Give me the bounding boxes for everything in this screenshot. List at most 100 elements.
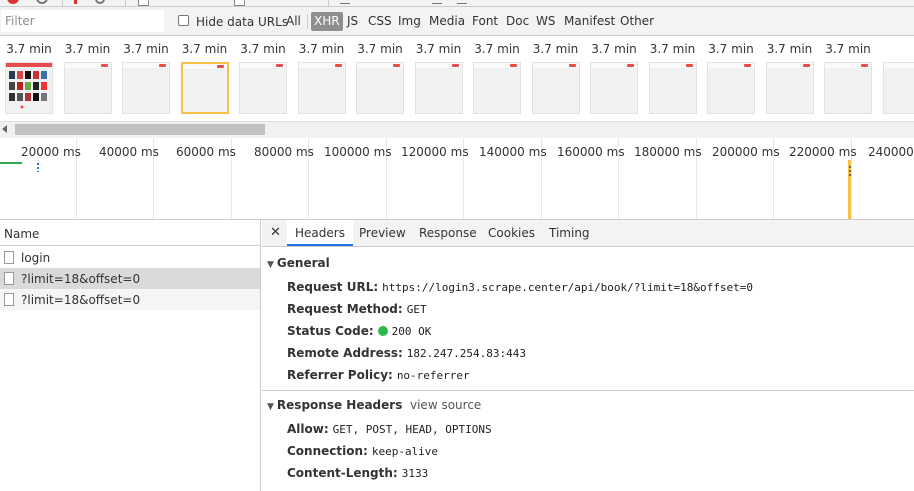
frame-time: 3.7 min: [357, 42, 403, 56]
frame-time: 3.7 min: [123, 42, 169, 56]
frame-thumbnail: [414, 62, 463, 114]
timeline-overview[interactable]: 20000 ms 40000 ms 60000 ms 80000 ms 1000…: [0, 138, 914, 220]
field-value: 3133: [401, 467, 429, 480]
allow-row: Allow: GET, POST, HEAD, OPTIONS: [287, 422, 492, 436]
type-filter-other[interactable]: Other: [617, 12, 657, 31]
field-value: GET, POST, HEAD, OPTIONS: [332, 423, 492, 436]
file-icon: [4, 293, 14, 306]
field-label: Allow:: [287, 422, 329, 436]
tick-label: 240000 ms: [868, 145, 914, 159]
request-url-row: Request URL: https://login3.scrape.center…: [287, 280, 753, 294]
remote-address-row: Remote Address: 182.247.254.83:443: [287, 346, 526, 360]
referrer-policy-row: Referrer Policy: no-referrer: [287, 368, 470, 382]
tab-cookies[interactable]: Cookies: [480, 220, 543, 246]
type-filter-css[interactable]: CSS: [365, 12, 395, 31]
frame-thumbnail: [239, 62, 287, 114]
type-filter-manifest[interactable]: Manifest: [561, 12, 618, 31]
frame-time: 3.7 min: [649, 42, 696, 56]
scrollbar-thumb[interactable]: [15, 124, 265, 135]
field-label: Request URL:: [287, 280, 379, 294]
content-length-row: Content-Length: 3133: [287, 466, 428, 480]
hide-data-urls-checkbox[interactable]: [178, 15, 189, 26]
frame-time: 3.7 min: [64, 42, 111, 56]
type-filter-font[interactable]: Font: [469, 12, 501, 31]
filmstrip-scrollbar[interactable]: [0, 121, 914, 139]
scroll-left-arrow-icon[interactable]: [2, 125, 7, 133]
tab-response[interactable]: Response: [411, 220, 485, 246]
field-value: GET: [406, 303, 427, 316]
disable-cache-checkbox[interactable]: [234, 0, 245, 6]
field-value: 200 OK: [391, 325, 432, 338]
field-label: Content-Length:: [287, 466, 398, 480]
request-row[interactable]: login: [0, 247, 260, 268]
request-row[interactable]: ?limit=18&offset=0: [0, 289, 260, 310]
tab-preview[interactable]: Preview: [351, 220, 414, 246]
frame-time: 3.7 min: [6, 42, 52, 56]
tick-label: 200000 ms: [712, 145, 780, 159]
file-icon: [4, 272, 14, 285]
import-icon[interactable]: [432, 3, 442, 4]
frame-thumbnail: [765, 62, 814, 114]
section-title: General: [276, 256, 330, 270]
type-filter-doc[interactable]: Doc: [503, 12, 532, 31]
response-headers-section-header[interactable]: ▼ Response Headers: [267, 398, 402, 412]
type-filter-xhr[interactable]: XHR: [311, 12, 343, 31]
tick-label: 160000 ms: [557, 145, 625, 159]
field-value: 182.247.254.83:443: [406, 347, 527, 360]
tick-label: 20000 ms: [21, 145, 81, 159]
type-filter-all[interactable]: All: [283, 12, 304, 31]
type-filter-js[interactable]: JS: [344, 12, 361, 31]
frame-thumbnail: [473, 62, 521, 114]
toolbar-divider: [62, 0, 63, 6]
type-filter-img[interactable]: Img: [395, 12, 424, 31]
frame-thumbnail: [707, 62, 755, 114]
throttling-dropdown[interactable]: [340, 3, 350, 4]
preserve-log-checkbox[interactable]: [138, 0, 149, 6]
frame-time: 3.7 min: [766, 42, 813, 56]
tick-label: 140000 ms: [479, 145, 547, 159]
expand-triangle-icon: ▼: [267, 402, 274, 412]
hide-data-urls-label: Hide data URLs: [196, 15, 289, 29]
section-title: Response Headers: [276, 398, 403, 412]
frame-thumbnail: [297, 62, 346, 114]
field-label: Connection:: [287, 444, 368, 458]
status-code-row: Status Code: 200 OK: [287, 324, 431, 338]
field-label: Referrer Policy:: [287, 368, 393, 382]
tab-timing[interactable]: Timing: [541, 220, 598, 246]
filter-icon[interactable]: [74, 0, 77, 4]
tick-label: 220000 ms: [789, 145, 857, 159]
tick-label: 60000 ms: [176, 145, 236, 159]
request-details: ✕ Headers Preview Response Cookies Timin…: [262, 220, 914, 491]
frame-time: 3.7 min: [591, 42, 637, 56]
frame-thumbnail: [824, 62, 872, 114]
general-section-header[interactable]: ▼ General: [267, 256, 330, 270]
tick-label: 80000 ms: [254, 145, 314, 159]
record-icon[interactable]: [7, 0, 19, 4]
view-source-link[interactable]: view source: [410, 398, 481, 412]
tick-label: 100000 ms: [324, 145, 392, 159]
tab-headers[interactable]: Headers: [287, 220, 353, 246]
frame-thumbnail: [63, 62, 112, 114]
request-bar: [37, 163, 39, 172]
request-row-selected[interactable]: ?limit=18&offset=0: [0, 268, 260, 289]
export-icon[interactable]: [457, 3, 467, 4]
toolbar-divider: [125, 0, 126, 6]
frame-time: 3.7 min: [298, 42, 345, 56]
frame-thumbnail: [590, 62, 638, 114]
type-filter-ws[interactable]: WS: [533, 12, 558, 31]
screenshot-filmstrip: 3.7 min 3.7 min 3.7 min 3.7 min 3.7 min …: [0, 36, 914, 120]
filter-input[interactable]: [1, 10, 164, 32]
type-filter-media[interactable]: Media: [426, 12, 468, 31]
field-label: Remote Address:: [287, 346, 403, 360]
frame-time: 3.7 min: [532, 42, 579, 56]
request-list-header[interactable]: Name: [0, 220, 261, 246]
field-label: Request Method:: [287, 302, 403, 316]
field-value: https://login3.scrape.center/api/book/?l…: [382, 281, 754, 294]
column-name[interactable]: Name: [4, 227, 39, 241]
filter-bar: Hide data URLs All XHR JS CSS Img Media …: [0, 7, 914, 36]
tick-label: 180000 ms: [634, 145, 702, 159]
search-icon[interactable]: [95, 0, 105, 4]
frame-thumbnail: [122, 62, 170, 114]
close-icon[interactable]: ✕: [270, 225, 281, 240]
clear-icon[interactable]: [36, 0, 48, 4]
